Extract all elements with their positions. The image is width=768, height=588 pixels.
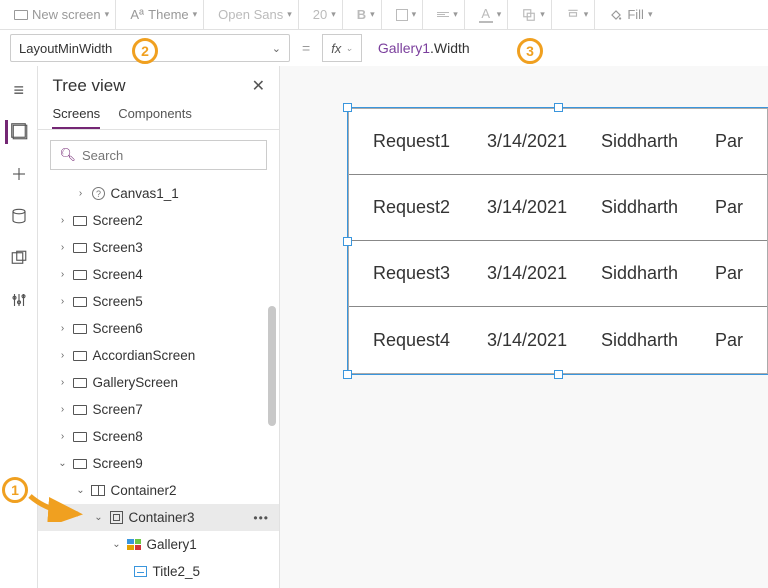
new-screen-group[interactable]: New screen ▾: [8, 0, 116, 29]
annotation-badge-3: 3: [517, 38, 543, 64]
font-size: 20: [313, 7, 327, 22]
node-canvas[interactable]: ›?Canvas1_1: [38, 180, 279, 207]
border-button[interactable]: ▾: [390, 0, 424, 29]
chevron-down-icon: ▾: [193, 9, 198, 20]
close-icon[interactable]: ✕: [252, 76, 265, 96]
font-size-group[interactable]: 20 ▾: [307, 0, 343, 29]
hamburger-icon[interactable]: ≡: [7, 78, 31, 102]
node-gallery1[interactable]: ⌄Gallery1: [38, 531, 279, 558]
formula-object: Gallery1: [378, 40, 430, 56]
media-icon[interactable]: [7, 246, 31, 270]
tree-title: Tree view: [52, 76, 125, 96]
align-obj-button[interactable]: ▾: [560, 0, 596, 29]
node-screen7[interactable]: ›Screen7: [38, 396, 279, 423]
formula-bar: LayoutMinWidth ⌄ = fx ⌄ Gallery1.Width: [0, 30, 768, 66]
gallery-row[interactable]: Request43/14/2021SiddharthPar: [349, 307, 767, 373]
node-screen3[interactable]: ›Screen3: [38, 234, 279, 261]
chevron-down-icon: ▾: [287, 9, 292, 20]
insert-icon[interactable]: [7, 162, 31, 186]
gallery-row[interactable]: Request33/14/2021SiddharthPar: [349, 241, 767, 307]
gallery-row[interactable]: Request13/14/2021SiddharthPar: [349, 109, 767, 175]
canvas-area: Request13/14/2021SiddharthPar Request23/…: [280, 66, 768, 588]
resize-handle[interactable]: [343, 103, 352, 112]
top-toolbar: New screen ▾ Aª Theme ▾ Open Sans ▾ 20 ▾…: [0, 0, 768, 30]
chevron-down-icon: ▾: [648, 9, 653, 20]
node-accordian[interactable]: ›AccordianScreen: [38, 342, 279, 369]
fill-group[interactable]: Fill ▾: [603, 0, 658, 29]
align-button[interactable]: ▾: [431, 0, 465, 29]
tools-icon[interactable]: [7, 288, 31, 312]
resize-handle[interactable]: [343, 370, 352, 379]
font-color-button[interactable]: A▾: [473, 0, 509, 29]
chevron-down-icon: ▾: [105, 9, 110, 20]
node-screen5[interactable]: ›Screen5: [38, 288, 279, 315]
tab-components[interactable]: Components: [118, 100, 192, 129]
resize-handle[interactable]: [554, 103, 563, 112]
tree-search[interactable]: 🔍︎: [50, 140, 267, 170]
font-name: Open Sans: [218, 7, 283, 22]
annotation-badge-2: 2: [132, 38, 158, 64]
theme-group[interactable]: Aª Theme ▾: [124, 0, 204, 29]
chevron-down-icon: ▾: [331, 9, 336, 20]
node-screen6[interactable]: ›Screen6: [38, 315, 279, 342]
search-input[interactable]: [82, 148, 258, 163]
node-galleryscreen[interactable]: ›GalleryScreen: [38, 369, 279, 396]
chevron-down-icon: ⌄: [272, 42, 281, 55]
property-name: LayoutMinWidth: [19, 41, 112, 56]
node-screen2[interactable]: ›Screen2: [38, 207, 279, 234]
node-screen9[interactable]: ⌄Screen9: [38, 450, 279, 477]
tree-view-icon[interactable]: [5, 120, 29, 144]
annotation-badge-1: 1: [2, 477, 28, 503]
node-screen8[interactable]: ›Screen8: [38, 423, 279, 450]
formula-prop: .Width: [430, 40, 470, 56]
data-icon[interactable]: [7, 204, 31, 228]
font-group[interactable]: Open Sans ▾: [212, 0, 299, 29]
fx-button[interactable]: fx ⌄: [322, 34, 362, 62]
equals-sign: =: [298, 40, 314, 56]
gallery-row[interactable]: Request23/14/2021SiddharthPar: [349, 175, 767, 241]
fill-icon: [609, 8, 623, 22]
search-icon: 🔍︎: [59, 147, 76, 163]
bold-button[interactable]: B▾: [351, 0, 382, 29]
fill-label: Fill: [627, 7, 644, 22]
gallery-control[interactable]: Request13/14/2021SiddharthPar Request23/…: [348, 108, 768, 374]
node-screen4[interactable]: ›Screen4: [38, 261, 279, 288]
screen-icon: [14, 8, 28, 22]
tree-scrollbar[interactable]: [265, 66, 279, 588]
formula-input[interactable]: Gallery1.Width: [370, 34, 758, 62]
theme-icon: Aª: [130, 8, 144, 22]
resize-handle[interactable]: [343, 237, 352, 246]
new-screen-label: New screen: [32, 7, 101, 22]
reorder-button[interactable]: ▾: [516, 0, 552, 29]
gallery-selection[interactable]: Request13/14/2021SiddharthPar Request23/…: [348, 108, 768, 374]
node-title25[interactable]: Title2_5: [38, 558, 279, 585]
tree-list: ›?Canvas1_1 ›Screen2 ›Screen3 ›Screen4 ›…: [38, 180, 279, 588]
annotation-arrow: [28, 492, 88, 522]
chevron-down-icon: ⌄: [345, 43, 353, 54]
theme-label: Theme: [148, 7, 188, 22]
resize-handle[interactable]: [554, 370, 563, 379]
tab-screens[interactable]: Screens: [52, 100, 100, 129]
fx-label: fx: [331, 41, 341, 56]
